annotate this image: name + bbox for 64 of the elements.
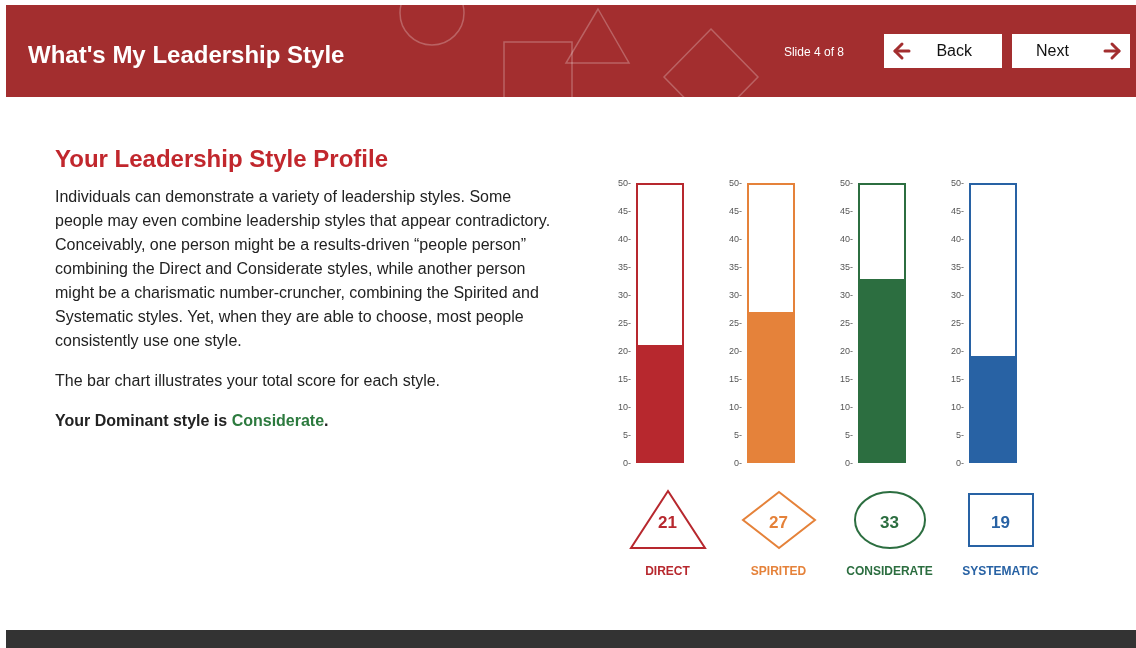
slide-counter: Slide 4 of 8: [783, 45, 844, 59]
axis-tick-label: 20-: [729, 346, 742, 356]
axis-tick-label: 40-: [618, 234, 631, 244]
axis-tick-label: 0-: [955, 458, 964, 468]
axis-tick-label: 25-: [840, 318, 853, 328]
axis-tick-label: 30-: [951, 290, 964, 300]
axis-tick-label: 45-: [951, 206, 964, 216]
axis-tick-label: 35-: [729, 262, 742, 272]
axis-tick-label: 40-: [840, 234, 853, 244]
axis-tick-label: 50-: [618, 178, 631, 188]
next-button[interactable]: Next: [1012, 34, 1130, 68]
axis-tick-label: 20-: [618, 346, 631, 356]
score-value: 33: [880, 513, 899, 533]
axis-tick-label: 25-: [951, 318, 964, 328]
axis-tick-label: 45-: [840, 206, 853, 216]
axis-tick-label: 5-: [955, 430, 964, 440]
section-heading: Your Leadership Style Profile: [55, 145, 389, 173]
score-value: 19: [991, 513, 1010, 533]
axis-tick-label: 5-: [733, 430, 742, 440]
axis-tick-label: 0-: [844, 458, 853, 468]
dominant-style-text: Your Dominant style is Considerate.: [55, 411, 330, 431]
body-paragraph: Individuals can demonstrate a variety of leadership styles. Some people may even combine leadership styles that appear contradictory. Conceivably, one person might be a results-driven “people person” combining the Direct and Considerate styles, while another person might be a charismatic number-cruncher, combining the Spirited and Systematic styles. Yet, when they are able to choose, most people consistently use one style.: [55, 187, 552, 351]
axis-tick-label: 45-: [618, 206, 631, 216]
axis-tick-label: 15-: [840, 374, 853, 384]
axis-tick-label: 10-: [618, 402, 631, 412]
score-value: 27: [769, 513, 788, 533]
style-label: DIRECT: [645, 564, 690, 578]
back-button[interactable]: Back: [884, 34, 1002, 68]
diamond-icon: [740, 490, 817, 550]
style-label: SPIRITED: [750, 564, 807, 578]
axis-tick-label: 5-: [622, 430, 631, 440]
axis-tick-label: 50-: [729, 178, 742, 188]
axis-tick-label: 35-: [951, 262, 964, 272]
axis-tick-label: 5-: [844, 430, 853, 440]
score-value: 21: [658, 513, 677, 533]
triangle-icon: [628, 489, 707, 549]
axis-tick-label: 35-: [618, 262, 631, 272]
axis-tick-label: 25-: [729, 318, 742, 328]
axis-tick-label: 15-: [951, 374, 964, 384]
axis-tick-label: 25-: [618, 318, 631, 328]
axis-tick-label: 20-: [840, 346, 853, 356]
body-paragraph: The bar chart illustrates your total score for each style.: [55, 371, 442, 391]
axis-tick-label: 15-: [729, 374, 742, 384]
axis-tick-label: 35-: [840, 262, 853, 272]
axis-tick-label: 0-: [733, 458, 742, 468]
axis-tick-label: 10-: [951, 402, 964, 412]
axis-tick-label: 30-: [618, 290, 631, 300]
square-icon: [967, 493, 1034, 547]
axis-tick-label: 50-: [840, 178, 853, 188]
axis-tick-label: 10-: [729, 402, 742, 412]
axis-tick-label: 50-: [951, 178, 964, 188]
axis-tick-label: 30-: [729, 290, 742, 300]
axis-tick-label: 40-: [729, 234, 742, 244]
style-label: SYSTEMATIC: [962, 564, 1039, 578]
axis-tick-label: 10-: [840, 402, 853, 412]
ellipse-icon: [853, 491, 926, 549]
axis-tick-label: 40-: [951, 234, 964, 244]
axis-tick-label: 0-: [622, 458, 631, 468]
axis-tick-label: 20-: [951, 346, 964, 356]
axis-tick-label: 30-: [840, 290, 853, 300]
axis-tick-label: 15-: [618, 374, 631, 384]
style-label: CONSIDERATE: [846, 564, 933, 578]
course-title: What's My Leadership Style: [28, 41, 346, 69]
axis-tick-label: 45-: [729, 206, 742, 216]
